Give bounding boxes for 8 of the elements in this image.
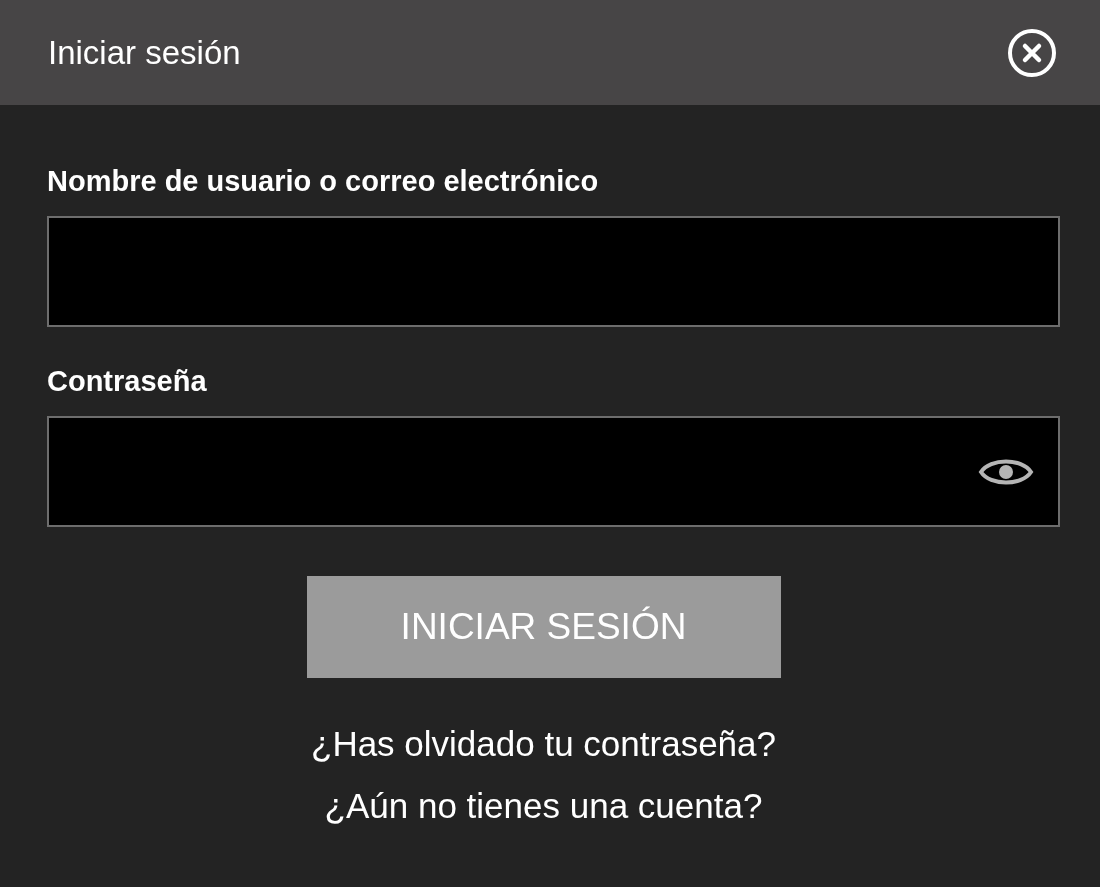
- close-button[interactable]: [1006, 26, 1058, 79]
- link[interactable]: ¿Has olvidado tu contraseña?: [311, 724, 776, 764]
- field-label: Contraseña: [47, 365, 207, 398]
- input-field[interactable]: [47, 416, 1060, 527]
- window-title: Iniciar sesión: [48, 33, 241, 72]
- input-field[interactable]: [47, 216, 1060, 327]
- link[interactable]: ¿Aún no tienes una cuenta?: [324, 786, 763, 826]
- field-label: Nombre de usuario o correo electrónico: [47, 165, 599, 198]
